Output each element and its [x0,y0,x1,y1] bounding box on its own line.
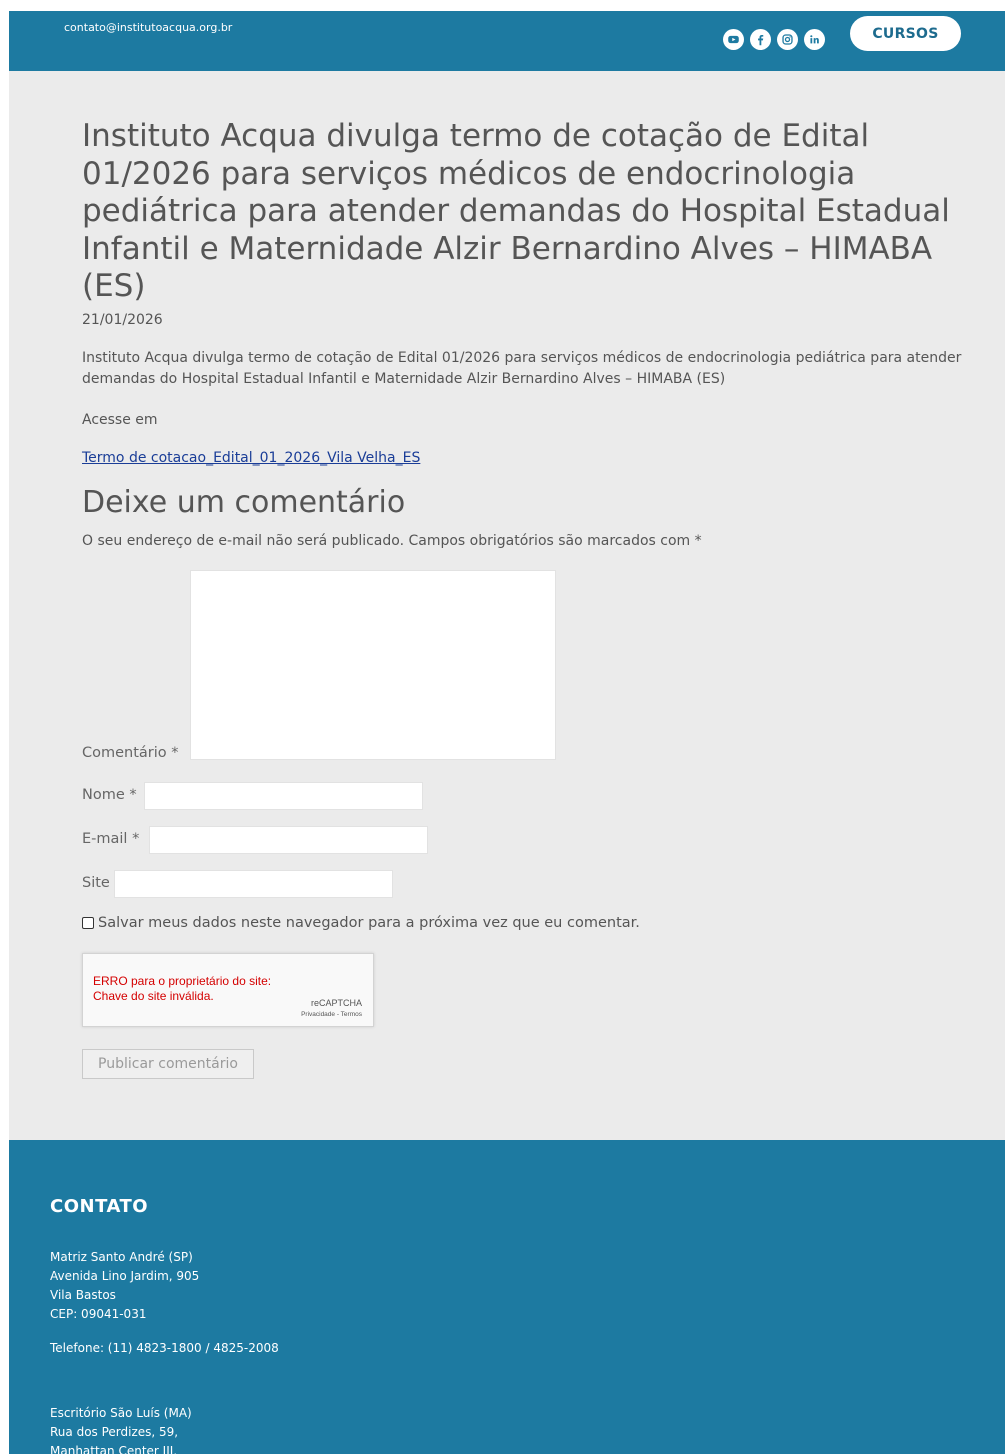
email-input[interactable] [149,826,428,854]
top-bar: contato@institutoacqua.org.br CURSOS [9,11,1005,71]
facebook-icon[interactable] [750,29,771,50]
site-input[interactable] [114,870,393,898]
address-line: Avenida Lino Jardim, 905 [50,1269,200,1283]
recaptcha-terms-link[interactable]: Privacidade - Termos [301,1011,362,1018]
save-data-label: Salvar meus dados neste navegador para a… [98,915,640,931]
page: contato@institutoacqua.org.br CURSOS Ins… [9,11,1005,1454]
site-label: Site [82,875,110,891]
comment-notes: O seu endereço de e-mail não será public… [82,533,702,549]
comment-textarea[interactable] [190,570,556,760]
contact-email-link[interactable]: contato@institutoacqua.org.br [64,21,232,34]
post-excerpt: Instituto Acqua divulga termo de cotação… [82,350,962,387]
office-address-sao-luis: Escritório São Luís (MA) Rua dos Perdize… [50,1404,192,1454]
address-line: Matriz Santo André (SP) [50,1250,193,1264]
footer-heading: CONTATO [50,1196,149,1217]
recaptcha-error: ERRO para o proprietário do site: Chave … [93,974,272,1003]
comment-section-title: Deixe um comentário [82,485,406,520]
address-line: Rua dos Perdizes, 59, [50,1425,179,1439]
youtube-icon[interactable] [723,29,744,50]
save-data-consent[interactable]: Salvar meus dados neste navegador para a… [82,915,640,931]
address-line: Escritório São Luís (MA) [50,1406,192,1420]
instagram-icon[interactable] [777,29,798,50]
footer: CONTATO Matriz Santo André (SP) Avenida … [9,1140,1005,1454]
social-links [723,29,825,50]
address-line: CEP: 09041-031 [50,1307,147,1321]
access-label: Acesse em [82,412,158,428]
address-line: Manhattan Center III, [50,1444,178,1454]
post-title: Instituto Acqua divulga termo de cotação… [82,118,950,304]
recaptcha-widget: ERRO para o proprietário do site: Chave … [82,953,374,1027]
recaptcha-brand: reCAPTCHA [310,998,362,1008]
submit-comment-button[interactable]: Publicar comentário [82,1049,254,1079]
save-data-checkbox[interactable] [82,917,94,929]
linkedin-icon[interactable] [804,29,825,50]
email-label: E-mail * [82,831,140,847]
address-line: Vila Bastos [50,1288,116,1302]
office-address-santo-andre: Matriz Santo André (SP) Avenida Lino Jar… [50,1248,199,1324]
cursos-button[interactable]: CURSOS [850,16,961,51]
comment-label: Comentário * [82,745,179,761]
post-date: 21/01/2026 [82,312,163,328]
name-label: Nome * [82,787,137,803]
footer-phone: Telefone: (11) 4823-1800 / 4825-2008 [50,1341,279,1355]
name-input[interactable] [144,782,423,810]
document-link[interactable]: Termo de cotacao_Edital_01_2026_Vila Vel… [82,450,420,466]
